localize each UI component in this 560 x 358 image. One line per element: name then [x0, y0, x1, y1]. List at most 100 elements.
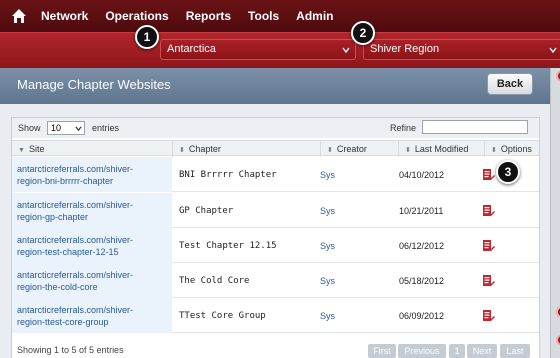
site-cell: antarcticreferrals.com/shiver-region-the… [12, 263, 172, 298]
creator-link[interactable]: Sys [320, 311, 335, 321]
site-line-1: antarcticreferrals.com/shiver- [17, 234, 134, 245]
site-link[interactable]: antarcticreferrals.com/shiver-region-bni… [17, 163, 133, 187]
sort-icon: ⬍ [179, 147, 185, 154]
status-dot [556, 334, 560, 346]
pager-page-1[interactable]: 1 [449, 344, 465, 358]
column-creator[interactable]: ⬍ Creator [320, 141, 398, 157]
site-link[interactable]: antarcticreferrals.com/shiver-region-tte… [17, 304, 133, 328]
table-row: antarcticreferrals.com/shiver-region-gp-… [12, 193, 539, 228]
chapter-cell: The Cold Core [179, 275, 250, 286]
site-line-2: region-bni-brrrrr-chapter [17, 175, 114, 186]
edit-page-icon[interactable] [482, 204, 495, 217]
creator-cell: Sys [320, 228, 390, 263]
nav-network[interactable]: Network [41, 9, 88, 23]
creator-link[interactable]: Sys [320, 170, 335, 180]
page-size-value: 10 [51, 123, 62, 133]
home-icon[interactable] [11, 8, 27, 24]
creator-link[interactable]: Sys [320, 276, 335, 286]
sort-icon: ⬍ [405, 147, 411, 154]
status-dot [556, 306, 560, 318]
refine-label: Refine [390, 123, 417, 133]
creator-link[interactable]: Sys [320, 241, 335, 251]
nav-tools[interactable]: Tools [248, 9, 279, 23]
sort-desc-icon: ▼ [18, 147, 25, 154]
site-line-2: region-the-cold-core [17, 281, 98, 292]
site-cell: antarcticreferrals.com/shiver-region-tte… [12, 298, 172, 333]
modified-cell: 06/12/2012 [399, 240, 445, 251]
side-panel-edge [550, 68, 560, 358]
modified-cell: 04/10/2012 [399, 169, 445, 180]
modified-cell: 06/09/2012 [399, 310, 445, 321]
site-line-2: region-ttest-core-group [17, 316, 109, 327]
refine-input[interactable] [422, 120, 528, 134]
column-chapter-label: Chapter [188, 144, 221, 154]
show-label: Show [18, 123, 41, 133]
creator-cell: Sys [320, 193, 390, 228]
site-line-2: region-test-chapter-12-15 [17, 246, 119, 257]
site-cell: antarcticreferrals.com/shiver-region-bni… [12, 157, 172, 192]
edit-page-icon[interactable] [482, 168, 495, 181]
page-title: Manage Chapter Websites [17, 77, 171, 92]
pager-previous[interactable]: Previous [398, 344, 446, 358]
nav-reports[interactable]: Reports [186, 9, 231, 23]
region-group-select[interactable]: Antarctica [160, 39, 356, 60]
page-size-select[interactable]: 10 [47, 121, 85, 135]
table-header: ▼ Site ⬍ Chapter ⬍ Creator ⬍ Last Modified ⬍… [12, 140, 539, 157]
options-cell [482, 263, 502, 298]
chevron-down-icon [75, 126, 82, 132]
site-cell: antarcticreferrals.com/shiver-region-gp-… [12, 193, 172, 228]
chapter-cell: TTest Core Group [179, 310, 266, 321]
main-panel: Manage Chapter Websites Back Show 10 ent… [0, 68, 550, 358]
column-modified[interactable]: ⬍ Last Modified [398, 141, 484, 157]
modified-cell: 10/21/2011 [399, 205, 444, 216]
options-cell [482, 228, 502, 263]
site-line-1: antarcticreferrals.com/shiver- [17, 163, 134, 174]
chevron-down-icon [342, 47, 350, 54]
creator-link[interactable]: Sys [320, 206, 335, 216]
callout-2: 2 [351, 21, 375, 45]
creator-cell: Sys [320, 263, 390, 298]
back-button[interactable]: Back [487, 73, 533, 95]
site-link[interactable]: antarcticreferrals.com/shiver-region-tes… [17, 234, 133, 258]
site-line-1: antarcticreferrals.com/shiver- [17, 304, 134, 315]
chapter-cell: Test Chapter 12.15 [179, 240, 277, 251]
app-window: Network Operations Reports Tools Admin A… [0, 0, 560, 358]
pager-first[interactable]: First [368, 344, 396, 358]
column-options-label: Options [500, 144, 532, 154]
column-creator-label: Creator [336, 144, 367, 154]
column-chapter[interactable]: ⬍ Chapter [172, 141, 320, 157]
pager-last[interactable]: Last [500, 344, 530, 358]
edit-page-icon[interactable] [482, 274, 495, 287]
site-link[interactable]: antarcticreferrals.com/shiver-region-the… [17, 269, 133, 293]
nav-admin[interactable]: Admin [296, 9, 333, 23]
chapter-cell: BNI Brrrrr Chapter [179, 169, 277, 180]
site-link[interactable]: antarcticreferrals.com/shiver-region-gp-… [17, 199, 133, 223]
table-info: Showing 1 to 5 of 5 entries [17, 345, 124, 355]
filter-bar: Antarctica Shiver Region [0, 32, 560, 68]
creator-cell: Sys [320, 298, 390, 333]
region-select[interactable]: Shiver Region [363, 39, 560, 60]
options-cell [482, 298, 502, 333]
column-options[interactable]: ⬍ Options [484, 141, 539, 157]
column-site-label: Site [28, 144, 45, 154]
edit-page-icon[interactable] [482, 309, 495, 322]
top-nav: Network Operations Reports Tools Admin [0, 0, 560, 32]
pager-next[interactable]: Next [467, 344, 497, 358]
nav-operations[interactable]: Operations [105, 9, 168, 23]
table-row: antarcticreferrals.com/shiver-region-bni… [12, 157, 539, 192]
callout-1: 1 [135, 25, 159, 49]
site-line-1: antarcticreferrals.com/shiver- [17, 199, 134, 210]
websites-table: Show 10 entries Refine ▼ Site ⬍ Chapter ⬍ C… [11, 117, 540, 358]
creator-cell: Sys [320, 157, 390, 192]
column-modified-label: Last Modified [414, 144, 469, 154]
site-line-2: region-gp-chapter [17, 211, 89, 222]
column-site[interactable]: ▼ Site [12, 141, 172, 157]
panel-header: Manage Chapter Websites Back [0, 68, 550, 104]
edit-page-icon[interactable] [482, 239, 495, 252]
options-cell [482, 193, 502, 228]
chevron-down-icon [549, 47, 557, 54]
site-line-1: antarcticreferrals.com/shiver- [17, 269, 134, 280]
callout-3: 3 [496, 160, 520, 184]
table-footer: Showing 1 to 5 of 5 entries First Previo… [0, 344, 550, 358]
site-cell: antarcticreferrals.com/shiver-region-tes… [12, 228, 172, 263]
